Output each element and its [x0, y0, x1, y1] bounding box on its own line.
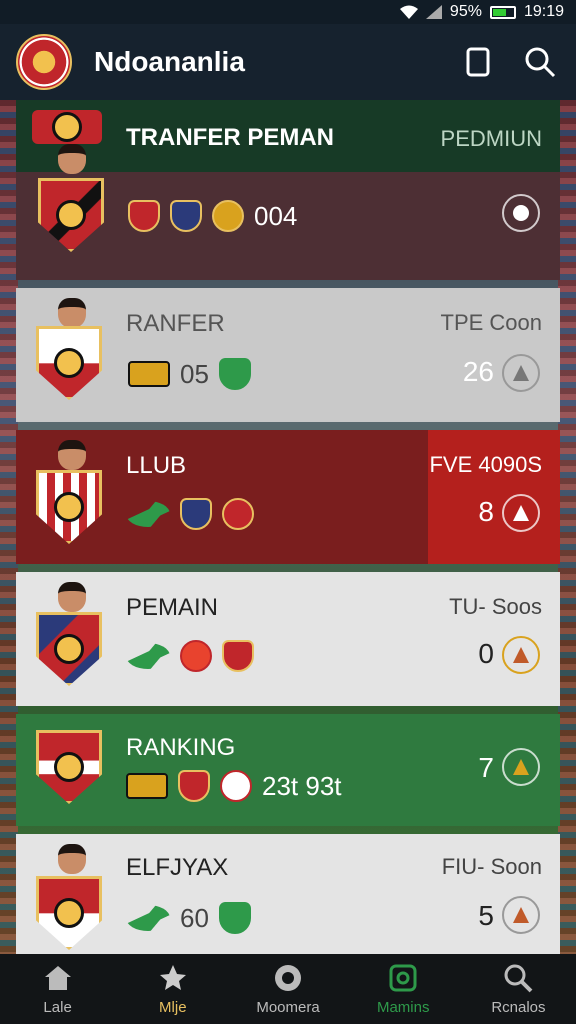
nav-label: Rcnalos: [491, 998, 546, 1016]
club-list: TRANFER PEMAN PEDMIUN 004 RANFER TPE Coo…: [16, 100, 560, 966]
club-crest: [36, 470, 102, 544]
copy-button[interactable]: [458, 42, 498, 82]
player-avatar: [58, 298, 86, 328]
nav-item-search[interactable]: Rcnalos: [461, 954, 576, 1024]
card-right-label: TPE Coon: [440, 310, 543, 335]
card-title: RANKING: [126, 734, 236, 761]
club-crest: [36, 612, 102, 686]
list-item[interactable]: RANKING 23t 93t 7: [16, 714, 560, 826]
status-bar: 95% 19:19: [0, 0, 576, 24]
app-header: Ndoananlia: [0, 24, 576, 100]
nav-item-favorites[interactable]: Mlje: [115, 954, 230, 1024]
list-item[interactable]: LLUB FVE 4090S 8: [16, 430, 560, 564]
count-value: 26: [462, 356, 494, 387]
shield-badge-icon: [128, 200, 160, 232]
list-item[interactable]: RANFER TPE Coon 05 26: [16, 288, 560, 422]
club-crest: [36, 876, 102, 950]
wing-badge-icon: [126, 905, 170, 931]
badge-row: 60: [126, 902, 251, 934]
card-right-label: FIU- Soon: [441, 854, 542, 879]
card-title: RANFER: [126, 310, 225, 337]
record-icon: [275, 964, 301, 991]
badge-value: 05: [180, 358, 209, 389]
battery-percent: 95%: [449, 3, 482, 20]
trophy-icon[interactable]: [502, 494, 540, 532]
shield-badge-icon: [178, 770, 210, 802]
player-avatar: [58, 144, 86, 174]
badge-value: 60: [180, 902, 209, 933]
count-value: 8: [478, 496, 494, 527]
search-icon: [525, 47, 556, 78]
star-icon: [159, 964, 186, 990]
badge-value: 004: [254, 200, 298, 231]
count-value: 0: [478, 638, 494, 669]
card-title: PEMAIN: [126, 594, 219, 621]
nav-label: Mlje: [159, 998, 187, 1016]
list-item[interactable]: ELFJYAX FIU- Soon 60 5: [16, 834, 560, 958]
card-title: LLUB: [126, 452, 187, 479]
shield-badge-icon: [180, 498, 212, 530]
clock: 19:19: [523, 3, 564, 20]
badge-row: 23t 93t: [126, 770, 342, 802]
list-item[interactable]: PEMAIN TU- Soos 0: [16, 572, 560, 706]
badge-row: [126, 498, 254, 530]
signal-icon: [425, 5, 442, 19]
nav-item-record[interactable]: Moomera: [230, 954, 345, 1024]
ribbon-badge-icon: [128, 361, 170, 387]
home-icon: [44, 965, 71, 990]
player-avatar: [58, 440, 86, 470]
wing-badge-icon: [126, 501, 170, 527]
nav-label: Moomera: [256, 998, 320, 1016]
player-avatar: [58, 844, 86, 874]
list-item[interactable]: TRANFER PEMAN PEDMIUN 004: [16, 100, 560, 280]
club-mini-crest: [32, 110, 102, 144]
trophy-icon[interactable]: [502, 354, 540, 392]
badge-value: 23t 93t: [262, 770, 342, 801]
badge-row: 05: [128, 358, 251, 390]
card-right-label: TU- Soos: [449, 594, 542, 619]
shield-badge-icon: [218, 358, 251, 390]
round-badge-icon: [220, 770, 252, 802]
nav-label: Lale: [43, 998, 72, 1016]
card-right-label: FVE 4090S: [429, 452, 542, 477]
trophy-icon[interactable]: [502, 896, 540, 934]
football-icon[interactable]: [502, 194, 540, 232]
wifi-icon: [399, 5, 418, 19]
count-value: 7: [478, 752, 494, 783]
stadium-background-right: [558, 100, 576, 954]
badge-row: 004: [128, 200, 297, 232]
nav-item-shield[interactable]: Mamins: [346, 954, 461, 1024]
round-badge-icon: [222, 498, 254, 530]
player-avatar: [58, 582, 86, 612]
shield-badge-icon: [222, 640, 254, 672]
card-title: TRANFER PEMAN: [126, 124, 334, 151]
badge-row: [126, 640, 254, 672]
search-icon: [504, 964, 533, 992]
app-title: Ndoananlia: [94, 46, 245, 77]
trophy-icon[interactable]: [502, 748, 540, 786]
card-right-label: PEDMIUN: [440, 126, 542, 151]
bottom-nav: Lale Mlje Moomera Mamins Rcnalos: [0, 954, 576, 1024]
search-button[interactable]: [520, 42, 560, 82]
card-title: ELFJYAX: [126, 854, 229, 881]
club-crest: [36, 730, 102, 804]
card-accent-panel: [428, 430, 560, 564]
ribbon-badge-icon: [126, 773, 168, 799]
shield-badge-icon: [218, 902, 251, 934]
trophy-icon[interactable]: [502, 636, 540, 674]
nav-label: Mamins: [376, 998, 430, 1016]
club-crest: [36, 326, 102, 400]
copy-icon: [466, 47, 490, 77]
count-value: 5: [478, 900, 494, 931]
round-badge-icon: [212, 200, 244, 232]
wing-badge-icon: [126, 643, 170, 669]
battery-icon: [489, 5, 516, 19]
round-badge-icon: [180, 640, 212, 672]
app-logo: [16, 34, 72, 90]
nav-item-home[interactable]: Lale: [0, 954, 115, 1024]
crest-badge-icon: [170, 200, 202, 232]
shield-icon: [389, 964, 417, 991]
